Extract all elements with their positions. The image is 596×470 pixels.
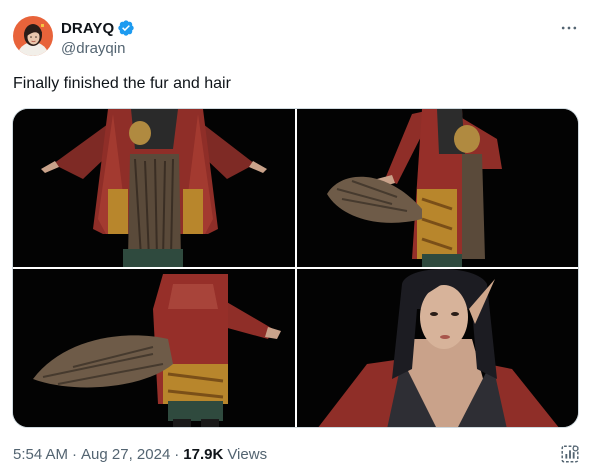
- tweet-meta: 5:54 AM · Aug 27, 2024 · 17.9K Views: [13, 446, 267, 463]
- views-count: 17.9K: [183, 446, 224, 463]
- analytics-button[interactable]: [559, 443, 581, 465]
- media-image-4[interactable]: [297, 269, 578, 427]
- separator: ·: [72, 446, 78, 463]
- tweet-date[interactable]: Aug 27, 2024: [81, 446, 170, 463]
- tweet-text: Finally finished the fur and hair: [13, 75, 231, 92]
- verified-badge-icon: [117, 19, 135, 37]
- author-handle[interactable]: @drayqin: [61, 40, 125, 57]
- display-name[interactable]: DRAYQ: [61, 20, 114, 37]
- avatar[interactable]: [13, 16, 53, 56]
- media-image-1[interactable]: [13, 109, 295, 267]
- media-image-3[interactable]: [13, 269, 295, 427]
- tweet-time[interactable]: 5:54 AM: [13, 446, 68, 463]
- author-name-row[interactable]: DRAYQ: [61, 18, 135, 38]
- analytics-icon: [561, 445, 579, 463]
- more-horizontal-icon: [561, 26, 577, 30]
- more-button[interactable]: [556, 18, 582, 38]
- tweet: DRAYQ @drayqin Finally finished the fur …: [0, 0, 596, 468]
- media-grid: [12, 108, 579, 428]
- media-image-2[interactable]: [297, 109, 578, 267]
- separator: ·: [174, 446, 180, 463]
- views-label: Views: [227, 446, 268, 463]
